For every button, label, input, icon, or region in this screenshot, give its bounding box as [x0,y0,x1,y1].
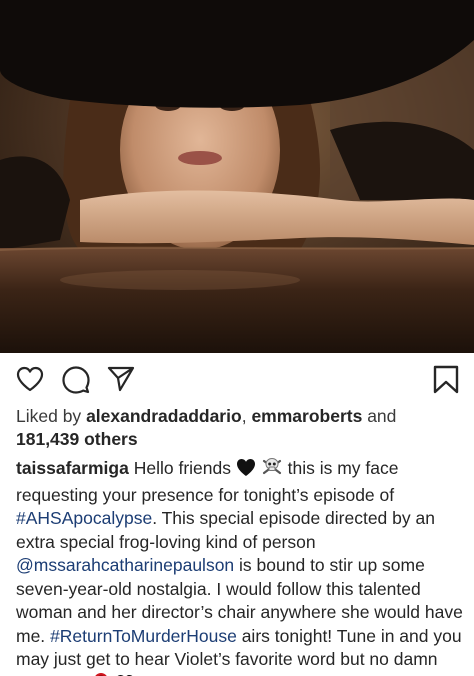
likes-separator: , [241,406,247,426]
hashtag-link[interactable]: #AHSApocalypse [16,508,152,528]
likes-count[interactable]: 181,439 others [16,429,138,449]
black-heart-icon [236,458,256,484]
post-caption: taissafarmiga Hello friends this is my f… [16,456,466,676]
caption-text: Hello friends [133,458,231,478]
liker-username[interactable]: alexandradaddario [86,406,242,426]
post-action-bar [0,353,474,407]
post-photo-art [0,0,474,353]
share-icon[interactable] [107,365,135,393]
bookmark-icon[interactable] [433,365,459,395]
heart-icon[interactable] [16,366,44,392]
rose-icon [92,672,110,676]
likes-summary: Liked by alexandradaddario, emmaroberts … [16,405,460,451]
hashtag-link[interactable]: #ReturnToMurderHouse [50,626,237,646]
mention-link[interactable]: @mssarahcatharinepaulson [16,555,234,575]
liker-username[interactable]: emmaroberts [251,406,362,426]
comment-icon[interactable] [62,366,90,394]
likes-and: and [367,406,397,426]
post-photo[interactable] [0,0,474,353]
skull-crossbones-icon [261,456,283,484]
likes-prefix: Liked by [16,406,82,426]
caption-username[interactable]: taissafarmiga [16,458,129,478]
